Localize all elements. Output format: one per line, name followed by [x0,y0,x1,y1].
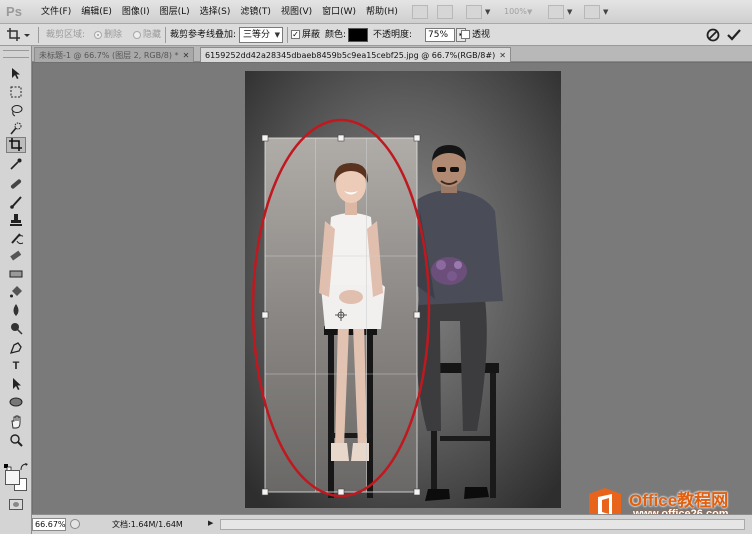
separator [38,27,39,43]
quick-selection-icon[interactable] [6,120,26,136]
type-tool-icon[interactable]: T [6,358,26,374]
zoom-tool-icon[interactable] [6,432,26,448]
menu-window[interactable]: 窗口(W) [317,0,361,24]
delete-radio[interactable] [94,31,102,39]
brush-tool-icon[interactable] [6,194,26,210]
opacity-input[interactable]: 75% [425,28,455,42]
options-bar: 裁剪区域: 删除 隐藏 裁剪参考线叠加: 三等分 ▼ ✓ 屏蔽 颜色: 不透明度… [0,24,752,46]
overlay-select[interactable]: 三等分 ▼ [239,27,283,43]
move-tool-icon[interactable] [6,66,26,82]
commit-crop-button[interactable] [726,27,742,43]
horizontal-scrollbar[interactable] [220,519,745,530]
arrange-dropdown-icon[interactable]: ▼ [567,0,572,24]
path-selection-icon[interactable] [6,376,26,392]
document-info: 文档:1.64M/1.64M [112,520,183,529]
history-brush-icon[interactable] [6,230,26,246]
healing-brush-icon[interactable] [6,176,26,192]
menu-file[interactable]: 文件(F) [36,0,76,24]
swap-colors-icon[interactable] [20,463,29,471]
document-tab[interactable]: 未标题-1 @ 66.7% (图层 2, RGB/8) * ✕ [34,47,195,62]
menu-bar: Ps 文件(F) 编辑(E) 图像(I) 图层(L) 选择(S) 滤镜(T) 视… [0,0,752,24]
hand-tool-icon[interactable] [6,414,26,430]
color-swatches [4,463,30,491]
crop-tool-icon[interactable] [6,137,26,153]
view-extras-dropdown-icon[interactable]: ▼ [485,0,490,24]
menu-help[interactable]: 帮助(H) [361,0,403,24]
crop-area-label: 裁剪区域: [46,30,86,40]
status-bar: 66.67% 文档:1.64M/1.64M ▶ [32,514,752,534]
document-tab-bar: 未标题-1 @ 66.7% (图层 2, RGB/8) * ✕ 6159252dd… [32,46,752,62]
gradient-icon[interactable] [6,266,26,282]
eraser-icon[interactable] [6,248,26,264]
lasso-tool-icon[interactable] [6,102,26,118]
crop-icon [7,28,30,41]
delete-label: 删除 [104,30,123,40]
document-tab-active[interactable]: 6159252dd42a28345dbaeb8459b5c9ea15cebf25… [200,47,511,62]
screen-mode-dropdown-icon[interactable]: ▼ [603,0,608,24]
foreground-color-swatch[interactable] [5,470,20,485]
quick-mask-icon[interactable] [9,499,23,510]
color-label: 颜色: [325,30,347,40]
screen-mode-icon[interactable] [584,5,600,19]
panel-grip[interactable] [3,50,29,58]
tab-label: 6159252dd42a28345dbaeb8459b5c9ea15cebf25… [205,51,496,60]
hide-label: 隐藏 [143,30,162,40]
overlay-select-value: 三等分 [243,30,271,40]
zoom-field[interactable]: 66.67% [32,518,66,531]
menu-layer[interactable]: 图层(L) [155,0,195,24]
bridge-icon[interactable] [412,5,428,19]
blur-tool-icon[interactable] [6,302,26,318]
cancel-icon [706,28,720,42]
hide-radio[interactable] [133,31,141,39]
paint-bucket-icon[interactable] [6,284,26,300]
checkmark-icon [727,29,741,41]
shield-label: 屏蔽 [302,30,321,40]
close-icon[interactable]: ✕ [183,51,190,60]
tools-panel: T [0,46,32,534]
marquee-tool-icon[interactable] [6,84,26,100]
document-canvas[interactable] [245,71,561,508]
status-info-icon[interactable] [70,519,80,529]
dodge-tool-icon[interactable] [6,320,26,336]
separator [287,27,288,43]
pen-tool-icon[interactable] [6,340,26,356]
zoom-level-display[interactable]: 100% [504,0,527,24]
menu-image[interactable]: 图像(I) [117,0,155,24]
shield-checkbox[interactable]: ✓ [291,30,300,39]
menu-edit[interactable]: 编辑(E) [76,0,117,24]
tool-preset-picker[interactable] [6,27,30,43]
separator [165,27,166,43]
menu-select[interactable]: 选择(S) [195,0,236,24]
cancel-crop-button[interactable] [705,27,721,43]
opacity-label: 不透明度: [373,30,413,40]
mini-bridge-icon[interactable] [437,5,453,19]
canvas-image [245,71,561,508]
menu-items: 文件(F) 编辑(E) 图像(I) 图层(L) 选择(S) 滤镜(T) 视图(V… [36,0,403,24]
status-menu-arrow-icon[interactable]: ▶ [208,519,213,527]
overlay-label: 裁剪参考线叠加: [170,30,237,40]
shield-color-swatch[interactable] [348,28,368,42]
perspective-label: 透视 [472,30,491,40]
view-extras-icon[interactable] [466,5,482,19]
chevron-down-icon: ▼ [274,31,280,39]
photoshop-logo: Ps [6,4,22,19]
perspective-checkbox[interactable] [461,30,470,39]
clone-stamp-icon[interactable] [6,212,26,228]
shape-tool-icon[interactable] [6,394,26,410]
eyedropper-icon[interactable] [6,156,26,172]
zoom-dropdown-icon[interactable]: ▼ [527,0,532,24]
menu-view[interactable]: 视图(V) [276,0,317,24]
menu-filter[interactable]: 滤镜(T) [235,0,276,24]
arrange-documents-icon[interactable] [548,5,564,19]
tab-label: 未标题-1 @ 66.7% (图层 2, RGB/8) * [39,51,179,60]
close-icon[interactable]: ✕ [499,51,506,60]
